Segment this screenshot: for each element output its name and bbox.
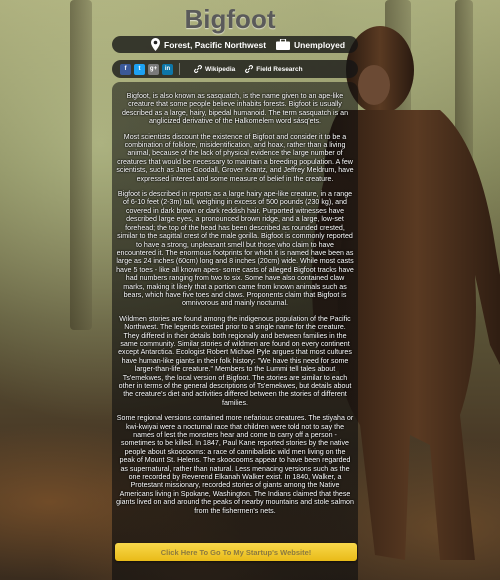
bio-paragraph: Wildmen stories are found among the indi… [118,314,352,407]
wikipedia-link-label: Wikipedia [205,65,236,73]
googleplus-icon[interactable]: g+ [148,63,159,75]
bio-paragraph: Bigfoot, is also known as sasquatch, is … [121,92,349,126]
linkedin-icon[interactable]: in [162,63,173,75]
share-bar: f t g+ in Wikipedia Field Research [112,60,358,78]
bio-paragraph: Bigfoot is described in reports as a lar… [116,190,354,308]
location-text: Forest, Pacific Northwest [164,39,267,50]
location-pin-icon [150,38,160,52]
facebook-icon[interactable]: f [120,63,131,75]
briefcase-icon [276,39,291,50]
field-research-link[interactable]: Field Research [245,65,303,73]
startup-website-button[interactable]: Click Here To Go To My Startup's Website… [115,543,357,561]
occupation-text: Unemployed [294,39,346,50]
bio-content: Bigfoot, is also known as sasquatch, is … [116,92,354,522]
wikipedia-link[interactable]: Wikipedia [194,65,235,73]
page-title: Bigfoot [184,4,276,34]
link-icon [194,65,202,73]
twitter-icon[interactable]: t [134,63,145,75]
field-research-link-label: Field Research [256,65,303,73]
background-tree [70,0,92,330]
profile-info-bar: Forest, Pacific Northwest Unemployed [112,36,358,53]
bio-paragraph: Most scientists discount the existence o… [116,132,354,183]
bio-paragraph: Some regional versions contained more ne… [116,414,354,515]
divider [179,63,180,75]
link-icon [245,65,254,73]
